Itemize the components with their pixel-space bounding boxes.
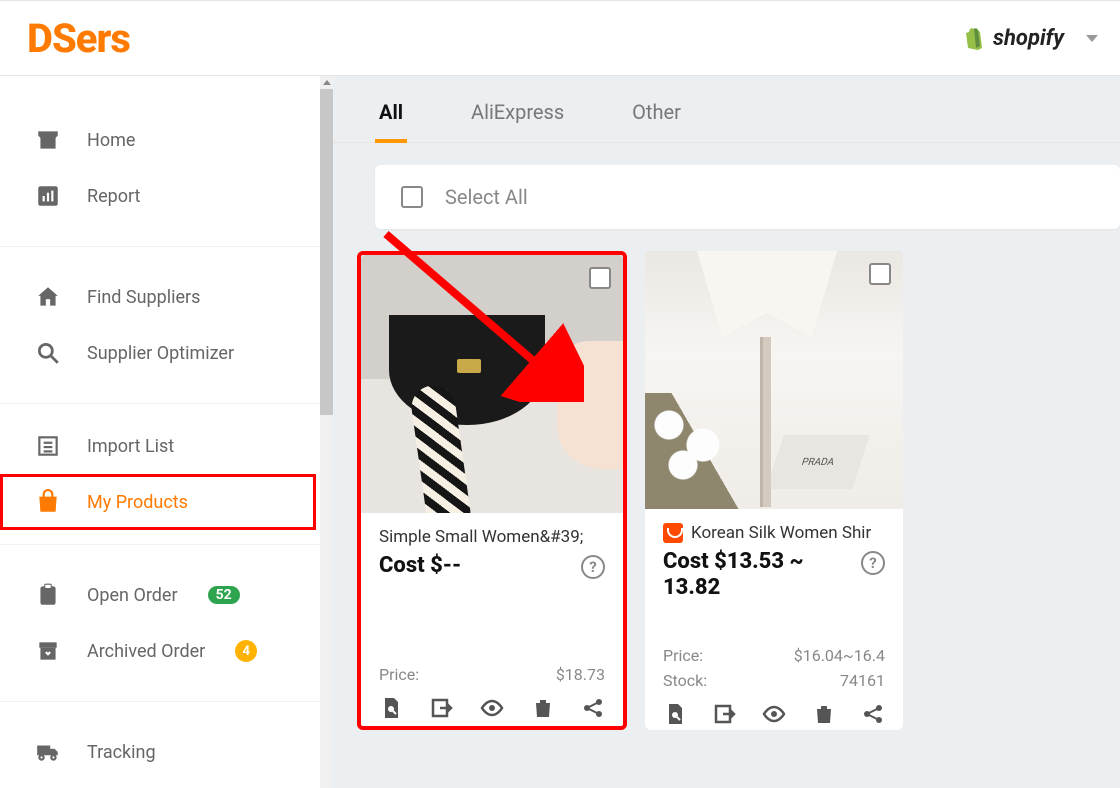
- sidebar-item-supplier-optimizer[interactable]: Supplier Optimizer: [0, 325, 316, 381]
- product-cost: Cost $--: [379, 553, 461, 579]
- bag-icon: [35, 489, 61, 515]
- chevron-down-icon: [1086, 35, 1098, 42]
- sidebar-item-import-list[interactable]: Import List: [0, 418, 316, 474]
- sidebar: Home Report Find Suppliers Supplier Opti…: [0, 76, 320, 788]
- select-all-label: Select All: [445, 185, 528, 209]
- import-icon[interactable]: [713, 702, 737, 726]
- sidebar-item-label: Supplier Optimizer: [87, 343, 234, 364]
- sidebar-item-label: Archived Order: [87, 641, 205, 662]
- tab-aliexpress[interactable]: AliExpress: [467, 100, 568, 142]
- archive-icon: [35, 638, 61, 664]
- content: All AliExpress Other Select All Simple S…: [333, 76, 1120, 788]
- sidebar-item-report[interactable]: Report: [0, 168, 316, 224]
- sidebar-item-label: Home: [87, 130, 135, 151]
- sidebar-item-label: Tracking: [87, 742, 156, 763]
- stock-value: 74161: [840, 671, 885, 690]
- file-search-icon[interactable]: [379, 696, 403, 720]
- sidebar-item-label: Find Suppliers: [87, 287, 200, 308]
- product-image: PRADA: [645, 251, 903, 509]
- product-cost: Cost $13.53 ~ 13.82: [663, 549, 861, 602]
- chart-icon: [35, 183, 61, 209]
- clipboard-icon: [35, 582, 61, 608]
- sidebar-item-label: Open Order: [87, 585, 178, 606]
- price-value: $16.04~16.4: [794, 646, 885, 665]
- sidebar-item-my-products[interactable]: My Products: [0, 474, 316, 530]
- tab-all[interactable]: All: [375, 100, 407, 142]
- product-cards: Simple Small Women&#39; Cost $-- ? Price…: [357, 251, 1120, 730]
- price-label: Price:: [379, 665, 419, 684]
- help-icon[interactable]: ?: [581, 555, 605, 579]
- product-image: [361, 255, 623, 513]
- store-name: shopify: [993, 26, 1064, 51]
- product-checkbox[interactable]: [869, 263, 891, 285]
- dsers-logo: DSers: [27, 15, 130, 62]
- search-icon: [35, 340, 61, 366]
- stock-label: Stock:: [663, 671, 707, 690]
- scroll-up-icon[interactable]: [320, 76, 333, 89]
- aliexpress-icon: [663, 523, 683, 543]
- eye-icon[interactable]: [480, 696, 504, 720]
- store-icon: [35, 127, 61, 153]
- share-icon[interactable]: [861, 702, 885, 726]
- product-checkbox[interactable]: [589, 267, 611, 289]
- sidebar-item-home[interactable]: Home: [0, 112, 316, 168]
- scrollbar-thumb[interactable]: [320, 89, 333, 415]
- badge-archived-order: 4: [235, 640, 257, 662]
- sidebar-item-archived-order[interactable]: Archived Order 4: [0, 623, 316, 679]
- sidebar-item-label: My Products: [87, 492, 188, 513]
- sidebar-item-open-order[interactable]: Open Order 52: [0, 567, 316, 623]
- sidebar-item-find-suppliers[interactable]: Find Suppliers: [0, 269, 316, 325]
- sidebar-wrap: Home Report Find Suppliers Supplier Opti…: [0, 76, 333, 788]
- list-icon: [35, 433, 61, 459]
- trash-icon[interactable]: [531, 696, 555, 720]
- price-value: $18.73: [556, 665, 605, 684]
- product-card[interactable]: PRADA Korean Silk Women Shir Cost $13.53…: [645, 251, 903, 730]
- store-selector[interactable]: shopify: [961, 26, 1098, 51]
- tabs: All AliExpress Other: [333, 76, 1120, 143]
- product-title: Korean Silk Women Shir: [691, 523, 871, 543]
- product-card[interactable]: Simple Small Women&#39; Cost $-- ? Price…: [357, 251, 627, 730]
- select-all-checkbox[interactable]: [401, 186, 423, 208]
- scrollbar-track[interactable]: [320, 76, 333, 788]
- sidebar-item-label: Report: [87, 186, 140, 207]
- header: DSers shopify: [0, 0, 1120, 76]
- main: Home Report Find Suppliers Supplier Opti…: [0, 76, 1120, 788]
- share-icon[interactable]: [581, 696, 605, 720]
- sidebar-item-label: Import List: [87, 436, 174, 457]
- help-icon[interactable]: ?: [861, 551, 885, 575]
- eye-icon[interactable]: [762, 702, 786, 726]
- price-label: Price:: [663, 646, 703, 665]
- product-actions: [361, 684, 623, 724]
- select-all-bar: Select All: [375, 165, 1120, 229]
- import-icon[interactable]: [430, 696, 454, 720]
- product-title: Simple Small Women&#39;: [379, 527, 583, 547]
- product-actions: [645, 690, 903, 730]
- truck-icon: [35, 739, 61, 765]
- sidebar-item-tracking[interactable]: Tracking: [0, 724, 316, 780]
- home-icon: [35, 284, 61, 310]
- tab-other[interactable]: Other: [628, 100, 685, 142]
- shopify-icon: [961, 26, 985, 50]
- trash-icon[interactable]: [812, 702, 836, 726]
- file-search-icon[interactable]: [663, 702, 687, 726]
- badge-open-order: 52: [208, 586, 240, 604]
